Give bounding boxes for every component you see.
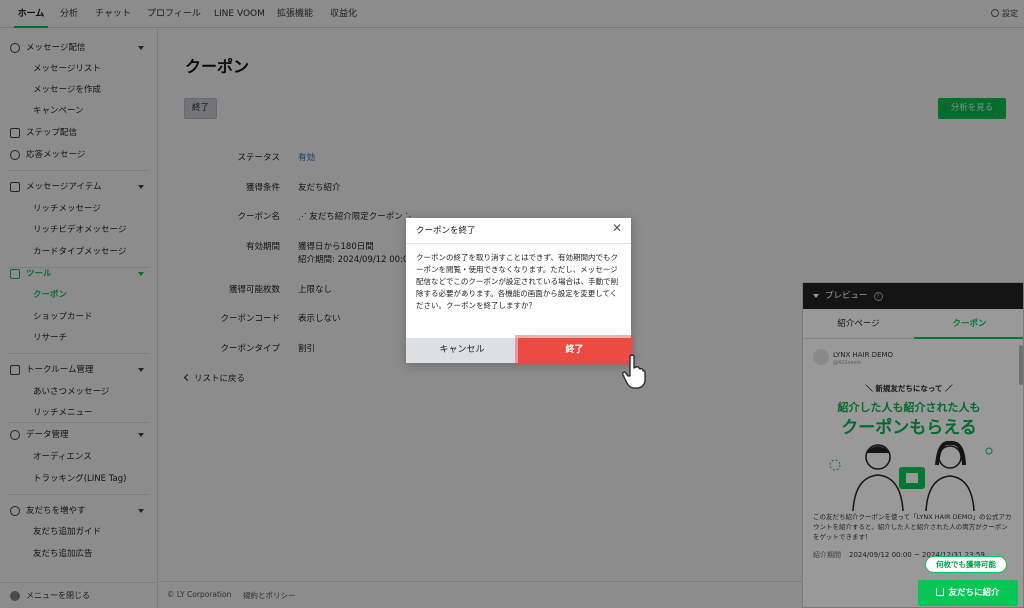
help-icon[interactable]: ?: [873, 292, 883, 301]
account-id: @421vxxm: [833, 360, 862, 366]
preview-tab-intro[interactable]: 紹介ページ: [803, 309, 914, 339]
hand-cursor-icon: [622, 354, 646, 389]
share-icon: [936, 588, 945, 596]
unlimited-badge: 何枚でも獲得可能: [925, 556, 1007, 573]
share-label: 友だちに紹介: [948, 588, 1000, 598]
close-icon[interactable]: ✕: [612, 222, 622, 234]
preview-tab-coupon[interactable]: クーポン: [914, 309, 1023, 339]
friends-illustration: [829, 440, 993, 511]
preview-title: プレビュー: [825, 291, 868, 301]
banner-small-text: ＼ 新規友だちになって ／: [865, 384, 953, 393]
dialog-divider: [406, 243, 631, 244]
preview-header[interactable]: プレビュー?: [803, 283, 1023, 309]
account-name: LYNX HAIR DEMO: [833, 351, 894, 359]
collapse-triangle-icon: [813, 294, 819, 298]
period-label: 紹介期間: [813, 551, 841, 559]
confirm-end-button[interactable]: 終了: [518, 338, 631, 363]
dialog-message: クーポンの終了を取り消すことはできず、有効期間内でもクーポンを閲覧・使用できなく…: [416, 253, 619, 310]
dialog-title: クーポンを終了: [416, 226, 476, 236]
end-coupon-dialog: クーポンを終了 ✕ クーポンの終了を取り消すことはできず、有効期間内でもクーポン…: [406, 218, 631, 363]
preview-scrollbar[interactable]: [1019, 345, 1023, 385]
cancel-button[interactable]: キャンセル: [406, 338, 518, 363]
avatar: [813, 349, 829, 365]
share-with-friends-button[interactable]: 友だちに紹介: [918, 580, 1018, 606]
preview-description: この友だち紹介クーポンを使って「LYNX HAIR DEMO」の公式アカウントを…: [813, 513, 1012, 541]
